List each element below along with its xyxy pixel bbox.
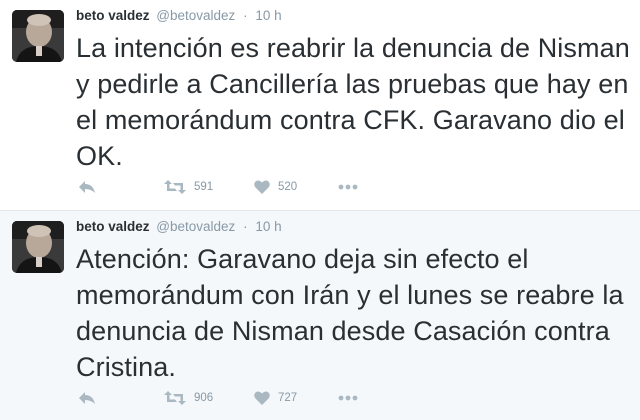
author-handle[interactable]: @betovaldez [156, 8, 235, 23]
like-button[interactable]: 520 [254, 176, 297, 198]
tweet-text: Atención: Garavano deja sin efecto el me… [76, 244, 624, 382]
tweet[interactable]: beto valdez @betovaldez · 10 h La intenc… [0, 0, 640, 210]
retweet-count: 906 [194, 392, 214, 404]
tweet-header: beto valdez @betovaldez · 10 h [76, 219, 282, 234]
heart-icon [254, 391, 270, 405]
like-button[interactable]: 727 [254, 387, 297, 409]
reply-button[interactable] [78, 176, 96, 198]
more-dots-icon [338, 395, 358, 401]
tweet-timeline: beto valdez @betovaldez · 10 h La intenc… [0, 0, 640, 420]
timestamp[interactable]: 10 h [255, 219, 281, 234]
retweet-icon [164, 391, 186, 405]
reply-button[interactable] [78, 387, 96, 409]
avatar[interactable] [12, 221, 64, 273]
tweet-actions: 906 727 [78, 387, 398, 409]
retweet-button[interactable]: 906 [164, 387, 213, 409]
tweet[interactable]: beto valdez @betovaldez · 10 h Atención:… [0, 210, 640, 420]
author-name[interactable]: beto valdez [76, 219, 150, 234]
tweet-text: La intención es reabrir la denuncia de N… [76, 33, 630, 171]
heart-icon [254, 180, 270, 194]
avatar[interactable] [12, 10, 64, 62]
retweet-icon [164, 180, 186, 194]
timestamp[interactable]: 10 h [255, 8, 281, 23]
header-separator: · [243, 8, 248, 23]
more-dots-icon [338, 184, 358, 190]
reply-icon [78, 391, 96, 405]
like-count: 727 [278, 392, 298, 404]
retweet-count: 591 [194, 181, 214, 193]
retweet-button[interactable]: 591 [164, 176, 213, 198]
tweet-header: beto valdez @betovaldez · 10 h [76, 8, 282, 23]
author-name[interactable]: beto valdez [76, 8, 150, 23]
author-handle[interactable]: @betovaldez [156, 219, 235, 234]
like-count: 520 [278, 181, 298, 193]
tweet-actions: 591 520 [78, 176, 398, 198]
reply-icon [78, 180, 96, 194]
more-button[interactable] [338, 387, 358, 409]
more-button[interactable] [338, 176, 358, 198]
header-separator: · [243, 219, 248, 234]
